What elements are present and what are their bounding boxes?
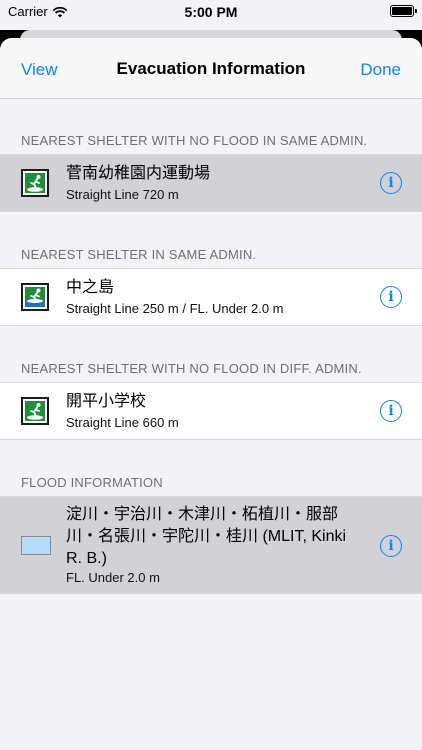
- shelter-flood-pictogram: [25, 287, 45, 307]
- evacuation-shelter-flood-icon: [21, 283, 49, 311]
- shelter-distance: Straight Line 660 m: [66, 415, 179, 430]
- section-header-same-admin: NEAREST SHELTER IN SAME ADMIN.: [21, 247, 257, 262]
- evacuation-shelter-icon: [21, 169, 49, 197]
- evacuation-shelter-icon: [21, 397, 49, 425]
- shelter-pictogram: [25, 173, 45, 193]
- shelter-row-no-flood-same-admin[interactable]: 菅南幼稚園内運動場 Straight Line 720 m i: [0, 154, 422, 212]
- status-time: 5:00 PM: [184, 4, 238, 20]
- page-title: Evacuation Information: [116, 59, 306, 78]
- shelter-name: 中之島: [66, 279, 115, 296]
- flood-river-line: 川・名張川・宇陀川・桂川 (MLIT, Kinki: [66, 528, 347, 545]
- flood-river-line: 淀川・宇治川・木津川・柘植川・服部: [66, 506, 339, 523]
- info-icon[interactable]: i: [380, 286, 402, 308]
- status-bar: Carrier 5:00 PM: [0, 0, 422, 30]
- flood-river-names: 淀川・宇治川・木津川・柘植川・服部 川・名張川・宇陀川・桂川 (MLIT, Ki…: [66, 504, 346, 570]
- evacuation-sheet: View Evacuation Information Done NEAREST…: [0, 38, 422, 750]
- section-header-no-flood-diff-admin: NEAREST SHELTER WITH NO FLOOD IN DIFF. A…: [21, 361, 362, 376]
- shelter-name: 菅南幼稚園内運動場: [66, 165, 211, 182]
- shelter-row-no-flood-diff-admin[interactable]: 開平小学校 Straight Line 660 m i: [0, 382, 422, 440]
- flood-color-swatch: [21, 536, 51, 555]
- info-icon[interactable]: i: [380, 172, 402, 194]
- flood-level: FL. Under 2.0 m: [66, 570, 160, 585]
- shelter-row-same-admin[interactable]: 中之島 Straight Line 250 m / FL. Under 2.0 …: [0, 268, 422, 326]
- navigation-bar: View Evacuation Information Done: [0, 38, 422, 99]
- shelter-name: 開平小学校: [66, 393, 147, 410]
- battery-icon: [390, 5, 417, 17]
- flood-river-line: R. B.): [66, 550, 107, 567]
- shelter-pictogram: [25, 401, 45, 421]
- info-icon[interactable]: i: [380, 535, 402, 557]
- done-button[interactable]: Done: [360, 60, 401, 80]
- flood-info-row[interactable]: 淀川・宇治川・木津川・柘植川・服部 川・名張川・宇陀川・桂川 (MLIT, Ki…: [0, 496, 422, 594]
- section-header-no-flood-same-admin: NEAREST SHELTER WITH NO FLOOD IN SAME AD…: [21, 133, 368, 148]
- shelter-distance: Straight Line 250 m / FL. Under 2.0 m: [66, 301, 284, 316]
- section-header-flood-info: FLOOD INFORMATION: [21, 475, 163, 490]
- info-icon[interactable]: i: [380, 400, 402, 422]
- shelter-distance: Straight Line 720 m: [66, 187, 179, 202]
- status-right: [390, 5, 417, 17]
